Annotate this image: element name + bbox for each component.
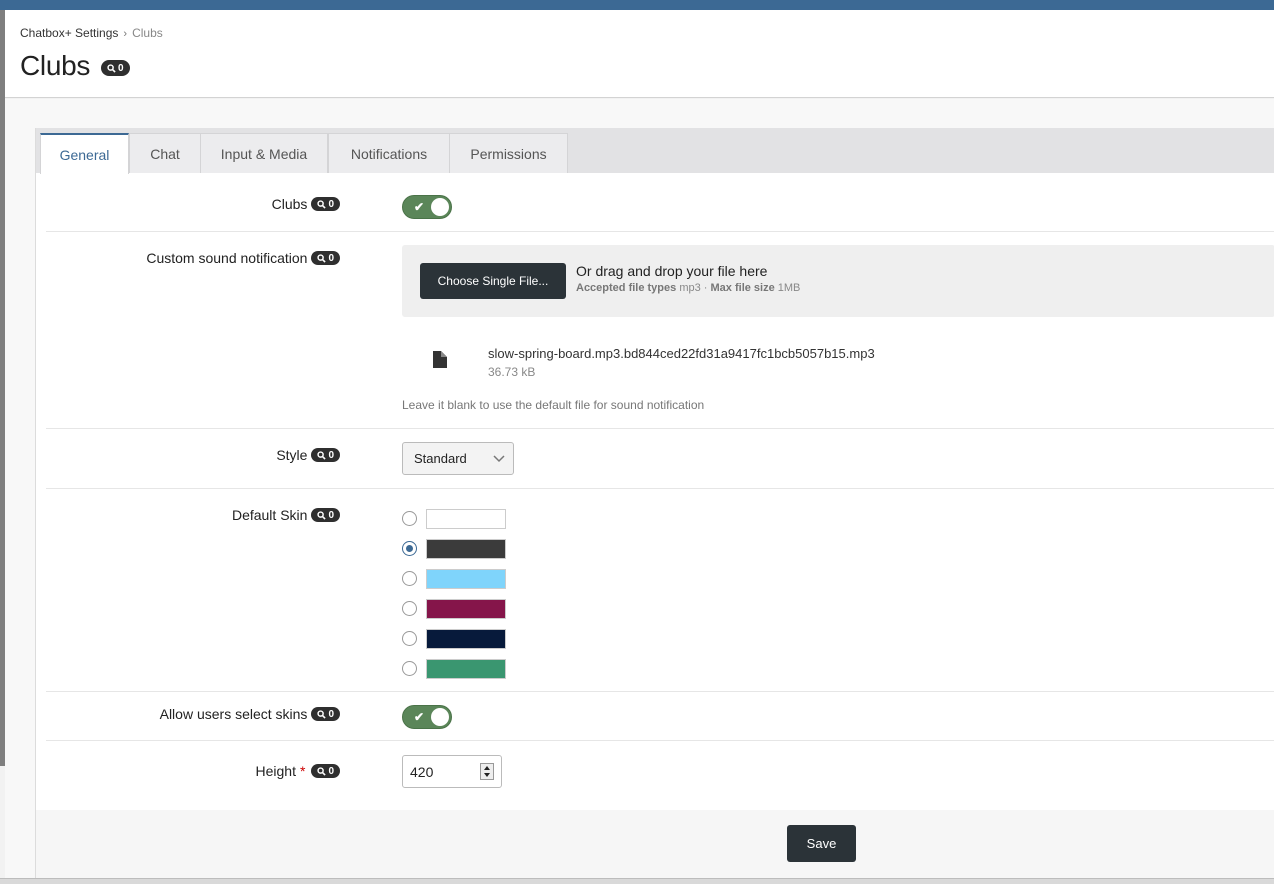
skin-radio[interactable]	[402, 571, 417, 586]
style-label: Style 0	[276, 447, 340, 463]
default-skin-search-badge[interactable]: 0	[311, 508, 340, 522]
style-select[interactable]: Standard	[402, 442, 514, 475]
search-icon	[317, 766, 327, 776]
clubs-toggle[interactable]: ✔	[402, 195, 452, 219]
clubs-search-badge[interactable]: 0	[311, 197, 340, 211]
check-icon: ✔	[414, 200, 425, 214]
breadcrumb-separator: ›	[123, 28, 128, 40]
tab-permissions[interactable]: Permissions	[449, 133, 568, 173]
tab-chat[interactable]: Chat	[129, 133, 201, 173]
height-input[interactable]: 420	[402, 755, 502, 788]
skin-radio[interactable]	[402, 661, 417, 676]
allow-skins-toggle[interactable]: ✔	[402, 705, 452, 729]
search-icon	[107, 63, 116, 73]
row-divider	[46, 428, 1274, 429]
badge-count: 0	[328, 449, 334, 461]
skin-swatch[interactable]	[426, 659, 506, 679]
max-size-value: 1MB	[777, 282, 801, 294]
badge-count: 0	[328, 252, 334, 264]
chevron-down-icon	[493, 455, 505, 463]
custom-sound-label-text: Custom sound notification	[146, 250, 308, 266]
page-title: Clubs	[20, 50, 91, 81]
height-value: 420	[410, 763, 434, 780]
clubs-label: Clubs 0	[272, 196, 340, 212]
file-dropzone[interactable]: Choose Single File... Or drag and drop y…	[402, 245, 1274, 317]
window-bottom-edge	[0, 878, 1274, 884]
tab-notifications[interactable]: Notifications	[328, 133, 450, 173]
accepted-types-value: mp3	[679, 282, 701, 294]
form-footer: Save	[36, 810, 1274, 879]
height-search-badge[interactable]: 0	[311, 764, 340, 778]
uploaded-file-name[interactable]: slow-spring-board.mp3.bd844ced22fd31a941…	[488, 346, 875, 361]
skin-swatch[interactable]	[426, 539, 506, 559]
check-icon: ✔	[414, 710, 425, 724]
badge-count: 0	[328, 765, 334, 777]
skin-radio[interactable]	[402, 511, 417, 526]
height-label-text: Height	[255, 763, 296, 779]
skin-swatch[interactable]	[426, 629, 506, 649]
accepted-types-label: Accepted file types	[576, 282, 677, 294]
custom-sound-label: Custom sound notification 0	[146, 250, 340, 266]
tab-general[interactable]: General	[40, 133, 129, 174]
badge-count: 0	[118, 62, 124, 74]
tab-bar: General Chat Input & Media Notifications…	[36, 128, 1274, 174]
max-size-label: Max file size	[710, 282, 775, 294]
allow-skins-search-badge[interactable]: 0	[311, 707, 340, 721]
style-label-text: Style	[276, 447, 308, 463]
breadcrumb: Chatbox+ Settings › Clubs	[20, 26, 163, 40]
page-header: Chatbox+ Settings › Clubs Clubs 0	[5, 10, 1274, 98]
breadcrumb-parent-link[interactable]: Chatbox+ Settings	[20, 26, 118, 40]
default-skin-label-text: Default Skin	[231, 507, 308, 523]
custom-sound-search-badge[interactable]: 0	[311, 251, 340, 265]
skin-radio[interactable]	[402, 541, 417, 556]
drag-drop-text: Or drag and drop your file here	[576, 263, 768, 279]
skin-radio[interactable]	[402, 631, 417, 646]
height-label: Height * 0	[256, 763, 340, 779]
uploaded-file-size: 36.73 kB	[488, 365, 536, 379]
search-icon	[317, 253, 327, 263]
meta-separator: ·	[700, 282, 711, 294]
row-divider	[46, 740, 1274, 741]
search-icon	[317, 510, 327, 520]
skin-swatch[interactable]	[426, 509, 506, 529]
row-divider	[46, 231, 1274, 232]
allow-skins-label-text: Allow users select skins	[159, 706, 308, 722]
search-icon	[317, 709, 327, 719]
toggle-knob	[431, 198, 449, 216]
page-title-search-badge[interactable]: 0	[101, 60, 130, 76]
allow-skins-label: Allow users select skins 0	[160, 706, 340, 722]
default-skin-label: Default Skin 0	[232, 507, 340, 523]
search-icon	[317, 199, 327, 209]
toggle-knob	[431, 708, 449, 726]
style-select-value: Standard	[414, 451, 467, 466]
row-divider	[46, 488, 1274, 489]
badge-count: 0	[328, 198, 334, 210]
required-mark: *	[299, 763, 306, 779]
badge-count: 0	[328, 708, 334, 720]
clubs-label-text: Clubs	[271, 196, 308, 212]
search-icon	[317, 450, 327, 460]
stepper-icon[interactable]	[480, 763, 494, 780]
top-bar	[0, 0, 1274, 10]
file-constraints: Accepted file types mp3 · Max file size …	[576, 282, 800, 294]
settings-panel: General Chat Input & Media Notifications…	[35, 128, 1274, 879]
custom-sound-hint: Leave it blank to use the default file f…	[402, 398, 705, 412]
style-search-badge[interactable]: 0	[311, 448, 340, 462]
file-icon	[433, 351, 447, 368]
choose-file-button[interactable]: Choose Single File...	[420, 263, 566, 299]
breadcrumb-current: Clubs	[132, 26, 163, 40]
save-button[interactable]: Save	[787, 825, 856, 862]
badge-count: 0	[328, 509, 334, 521]
skin-swatch[interactable]	[426, 569, 506, 589]
row-divider	[46, 691, 1274, 692]
skin-radio[interactable]	[402, 601, 417, 616]
tab-input-media[interactable]: Input & Media	[200, 133, 328, 173]
skin-swatch[interactable]	[426, 599, 506, 619]
